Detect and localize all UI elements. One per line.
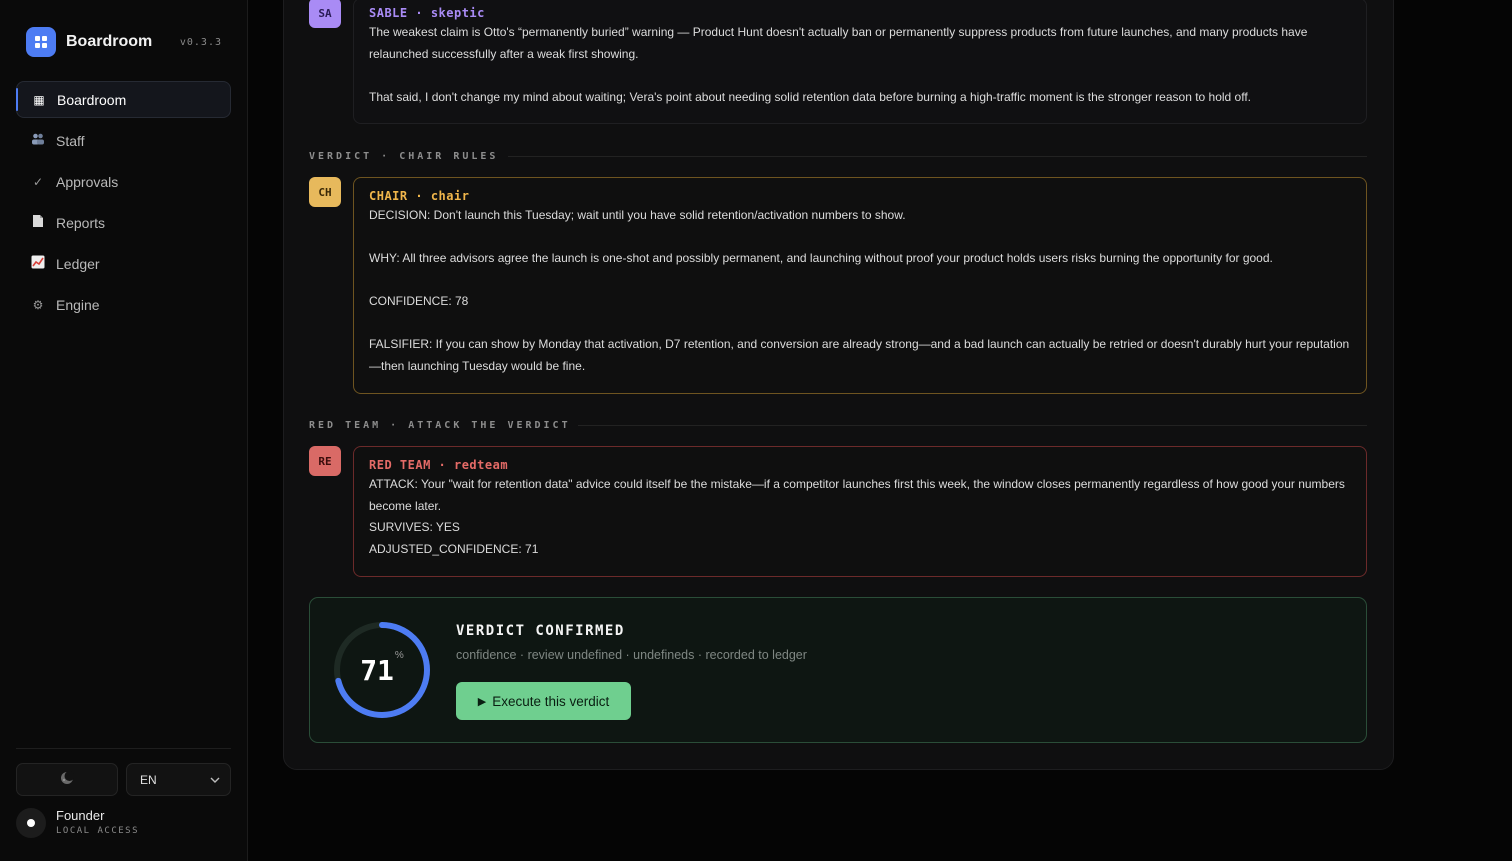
message-card: CHAIR · chair DECISION: Don't launch thi…: [353, 177, 1367, 394]
sidebar-item-label: Staff: [56, 132, 85, 149]
message-paragraph: The weakest claim is Otto's “permanently…: [369, 25, 1308, 61]
sidebar-item-label: Boardroom: [57, 91, 127, 108]
message-card: RED TEAM · redteam ATTACK: Your "wait fo…: [353, 446, 1367, 577]
people-icon: [30, 133, 46, 148]
adjusted-confidence-text: ADJUSTED_CONFIDENCE: 71: [369, 541, 539, 556]
theme-toggle-button[interactable]: [16, 763, 118, 796]
decision-text: DECISION: Don't launch this Tuesday; wai…: [369, 208, 906, 222]
why-text: WHY: All three advisors agree the launch…: [369, 251, 1273, 265]
section-divider: [578, 425, 1367, 426]
sidebar-item-reports[interactable]: Reports: [16, 204, 231, 241]
sidebar-item-boardroom[interactable]: ▦ Boardroom: [16, 81, 231, 118]
gear-icon: ⚙: [32, 297, 44, 312]
verdict-confirmed-card: 71% VERDICT CONFIRMED confidence · revie…: [309, 597, 1367, 743]
language-select[interactable]: EN: [126, 763, 231, 796]
sidebar-item-label: Engine: [56, 296, 100, 313]
sidebar-item-label: Reports: [56, 214, 106, 231]
brand: Boardroom v0.3.3: [26, 27, 222, 57]
sidebar-item-label: Ledger: [56, 255, 100, 272]
avatar-badge: CH: [309, 177, 341, 207]
play-icon: ▶: [477, 695, 487, 708]
sidebar-item-approvals[interactable]: ✓ Approvals: [16, 163, 231, 200]
user-role: LOCAL ACCESS: [56, 826, 140, 836]
sidebar-item-ledger[interactable]: Ledger: [16, 245, 231, 282]
message-author: SABLE · skeptic: [369, 6, 485, 20]
sidebar-nav: ▦ Boardroom Staff ✓ Approvals Reports Le…: [16, 81, 231, 327]
sidebar-divider: [16, 748, 231, 749]
sidebar: Boardroom v0.3.3 ▦ Boardroom Staff ✓ App…: [0, 0, 248, 861]
verdict-subtitle: confidence · review undefined · undefine…: [456, 648, 807, 662]
message-author: CHAIR · chair: [369, 189, 470, 203]
language-value: EN: [140, 772, 157, 787]
app-version: v0.3.3: [179, 36, 222, 48]
avatar-badge: SA: [309, 0, 341, 28]
app-logo-icon[interactable]: [26, 27, 56, 57]
execute-verdict-label: Execute this verdict: [492, 693, 610, 709]
execute-verdict-button[interactable]: ▶ Execute this verdict: [456, 682, 631, 720]
message-card: SABLE · skeptic The weakest claim is Ott…: [353, 0, 1367, 124]
falsifier-text: FALSIFIER: If you can show by Monday tha…: [369, 337, 1350, 373]
confidence-value: 71%: [360, 650, 404, 687]
user-name: Founder: [56, 808, 105, 823]
section-label-redteam: RED TEAM · ATTACK THE VERDICT: [309, 419, 571, 431]
section-label-verdict: VERDICT · CHAIR RULES: [309, 150, 499, 162]
moon-icon: [59, 770, 75, 789]
chart-icon: [30, 255, 46, 272]
check-icon: ✓: [32, 174, 44, 189]
chevron-down-icon: [210, 774, 220, 786]
avatar-badge: RE: [309, 446, 341, 476]
message-paragraph: That said, I don't change my mind about …: [369, 89, 1252, 104]
section-divider: [508, 156, 1367, 157]
verdict-title: VERDICT CONFIRMED: [456, 623, 625, 639]
sidebar-item-engine[interactable]: ⚙ Engine: [16, 286, 231, 323]
confidence-text: CONFIDENCE: 78: [369, 294, 469, 308]
document-icon: [30, 214, 46, 231]
sidebar-item-label: Approvals: [56, 173, 119, 190]
grid-icon: ▦: [33, 92, 45, 107]
app-name: Boardroom: [66, 33, 153, 50]
user-profile[interactable]: Founder LOCAL ACCESS: [16, 808, 139, 838]
attack-text: ATTACK: Your "wait for retention data" a…: [369, 477, 1345, 513]
sidebar-item-staff[interactable]: Staff: [16, 122, 231, 159]
avatar: [16, 808, 46, 838]
survives-text: SURVIVES: YES: [369, 520, 460, 534]
message-author: RED TEAM · redteam: [369, 458, 509, 472]
